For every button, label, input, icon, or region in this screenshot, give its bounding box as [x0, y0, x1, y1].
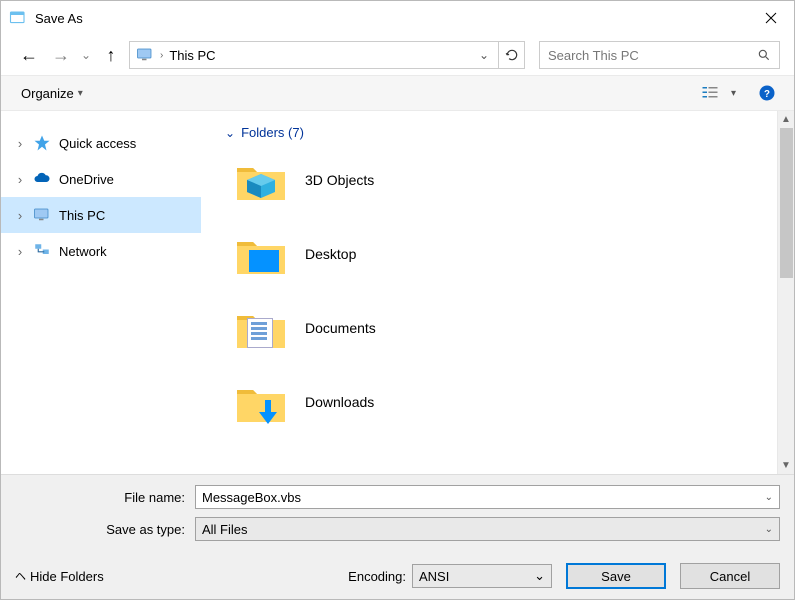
folder-documents[interactable]: Documents	[235, 298, 777, 358]
chevron-up-icon: ヘ	[15, 568, 26, 584]
close-button[interactable]	[752, 3, 790, 33]
view-options-button[interactable]	[697, 80, 723, 106]
folder-downloads[interactable]: Downloads	[235, 372, 777, 432]
button-row: ヘ Hide Folders Encoding: ANSI ⌄ Save Can…	[15, 549, 780, 589]
view-dropdown[interactable]: ▾	[731, 88, 736, 99]
recent-locations-button[interactable]: ⌄	[79, 41, 93, 69]
tree-label: This PC	[59, 208, 105, 223]
filename-row: File name: MessageBox.vbs ⌄	[15, 485, 780, 509]
file-area[interactable]: ⌄ Folders (7) 3D Objects Desktop	[201, 111, 777, 474]
search-icon	[757, 48, 771, 62]
titlebar: Save As	[1, 1, 794, 35]
save-button[interactable]: Save	[566, 563, 666, 589]
address-dropdown[interactable]: ⌄	[476, 48, 492, 62]
encoding-label: Encoding:	[348, 569, 406, 584]
scroll-thumb[interactable]	[780, 128, 793, 278]
address-bar[interactable]: › This PC ⌄	[129, 41, 499, 69]
bottom-panel: File name: MessageBox.vbs ⌄ Save as type…	[1, 475, 794, 599]
window-title: Save As	[35, 11, 744, 26]
vertical-scrollbar[interactable]: ▲ ▼	[777, 111, 794, 474]
breadcrumb-current[interactable]: This PC	[169, 48, 215, 63]
pc-icon	[136, 47, 154, 63]
chevron-down-icon: ▾	[78, 88, 83, 99]
folder-label: Desktop	[305, 246, 356, 262]
encoding-value: ANSI	[419, 569, 449, 584]
refresh-button[interactable]	[499, 41, 525, 69]
organize-label: Organize	[21, 86, 74, 101]
toolbar: Organize ▾ ▾ ?	[1, 75, 794, 111]
main-area: › Quick access › OneDrive › This PC › Ne…	[1, 111, 794, 475]
saveastype-select[interactable]: All Files ⌄	[195, 517, 780, 541]
pc-icon	[33, 206, 51, 224]
tree-item-onedrive[interactable]: › OneDrive	[1, 161, 201, 197]
tree-item-quick-access[interactable]: › Quick access	[1, 125, 201, 161]
app-icon	[9, 9, 27, 27]
expand-icon[interactable]: ›	[15, 244, 25, 259]
refresh-icon	[505, 48, 519, 62]
cancel-button[interactable]: Cancel	[680, 563, 780, 589]
folder-icon	[235, 230, 287, 278]
scroll-up-button[interactable]: ▲	[778, 111, 794, 128]
chevron-down-icon[interactable]: ⌄	[765, 492, 773, 503]
back-button[interactable]: ←	[15, 41, 43, 69]
expand-icon[interactable]: ›	[15, 208, 25, 223]
view-icon	[701, 84, 719, 102]
encoding-select[interactable]: ANSI ⌄	[412, 564, 552, 588]
search-placeholder: Search This PC	[548, 48, 757, 63]
help-icon: ?	[758, 84, 776, 102]
collapse-icon: ⌄	[225, 126, 235, 140]
folder-icon	[235, 378, 287, 426]
hide-folders-button[interactable]: ヘ Hide Folders	[15, 568, 104, 584]
hide-folders-label: Hide Folders	[30, 569, 104, 584]
tree-label: Quick access	[59, 136, 136, 151]
saveastype-label: Save as type:	[15, 522, 195, 537]
network-icon	[33, 242, 51, 260]
folder-icon	[235, 304, 287, 352]
filename-input[interactable]: MessageBox.vbs ⌄	[195, 485, 780, 509]
folder-list: 3D Objects Desktop Documents	[225, 150, 777, 432]
tree-item-network[interactable]: › Network	[1, 233, 201, 269]
close-icon	[765, 12, 777, 24]
folder-desktop[interactable]: Desktop	[235, 224, 777, 284]
quick-access-icon	[33, 134, 51, 152]
folder-icon	[235, 156, 287, 204]
folder-label: Downloads	[305, 394, 374, 410]
folder-label: Documents	[305, 320, 376, 336]
up-button[interactable]: ↑	[97, 41, 125, 69]
expand-icon[interactable]: ›	[15, 172, 25, 187]
tree-label: OneDrive	[59, 172, 114, 187]
navigation-tree: › Quick access › OneDrive › This PC › Ne…	[1, 111, 201, 474]
folder-3d-objects[interactable]: 3D Objects	[235, 150, 777, 210]
chevron-down-icon: ⌄	[765, 524, 773, 535]
chevron-down-icon: ⌄	[534, 568, 545, 584]
tree-label: Network	[59, 244, 107, 259]
scroll-down-button[interactable]: ▼	[778, 457, 794, 474]
search-input[interactable]: Search This PC	[539, 41, 780, 69]
filename-label: File name:	[15, 490, 195, 505]
expand-icon[interactable]: ›	[15, 136, 25, 151]
breadcrumb-separator: ›	[160, 50, 163, 61]
section-label: Folders (7)	[241, 125, 304, 140]
content-pane: ⌄ Folders (7) 3D Objects Desktop	[201, 111, 794, 474]
help-button[interactable]: ?	[754, 80, 780, 106]
saveastype-row: Save as type: All Files ⌄	[15, 517, 780, 541]
svg-text:?: ?	[764, 89, 770, 100]
forward-button[interactable]: →	[47, 41, 75, 69]
saveastype-value: All Files	[202, 522, 248, 537]
folder-label: 3D Objects	[305, 172, 374, 188]
section-header-folders[interactable]: ⌄ Folders (7)	[225, 125, 777, 140]
tree-item-this-pc[interactable]: › This PC	[1, 197, 201, 233]
organize-menu[interactable]: Organize ▾	[21, 86, 83, 101]
nav-row: ← → ⌄ ↑ › This PC ⌄ Search This PC	[1, 35, 794, 75]
onedrive-icon	[33, 170, 51, 188]
filename-value: MessageBox.vbs	[202, 490, 301, 505]
